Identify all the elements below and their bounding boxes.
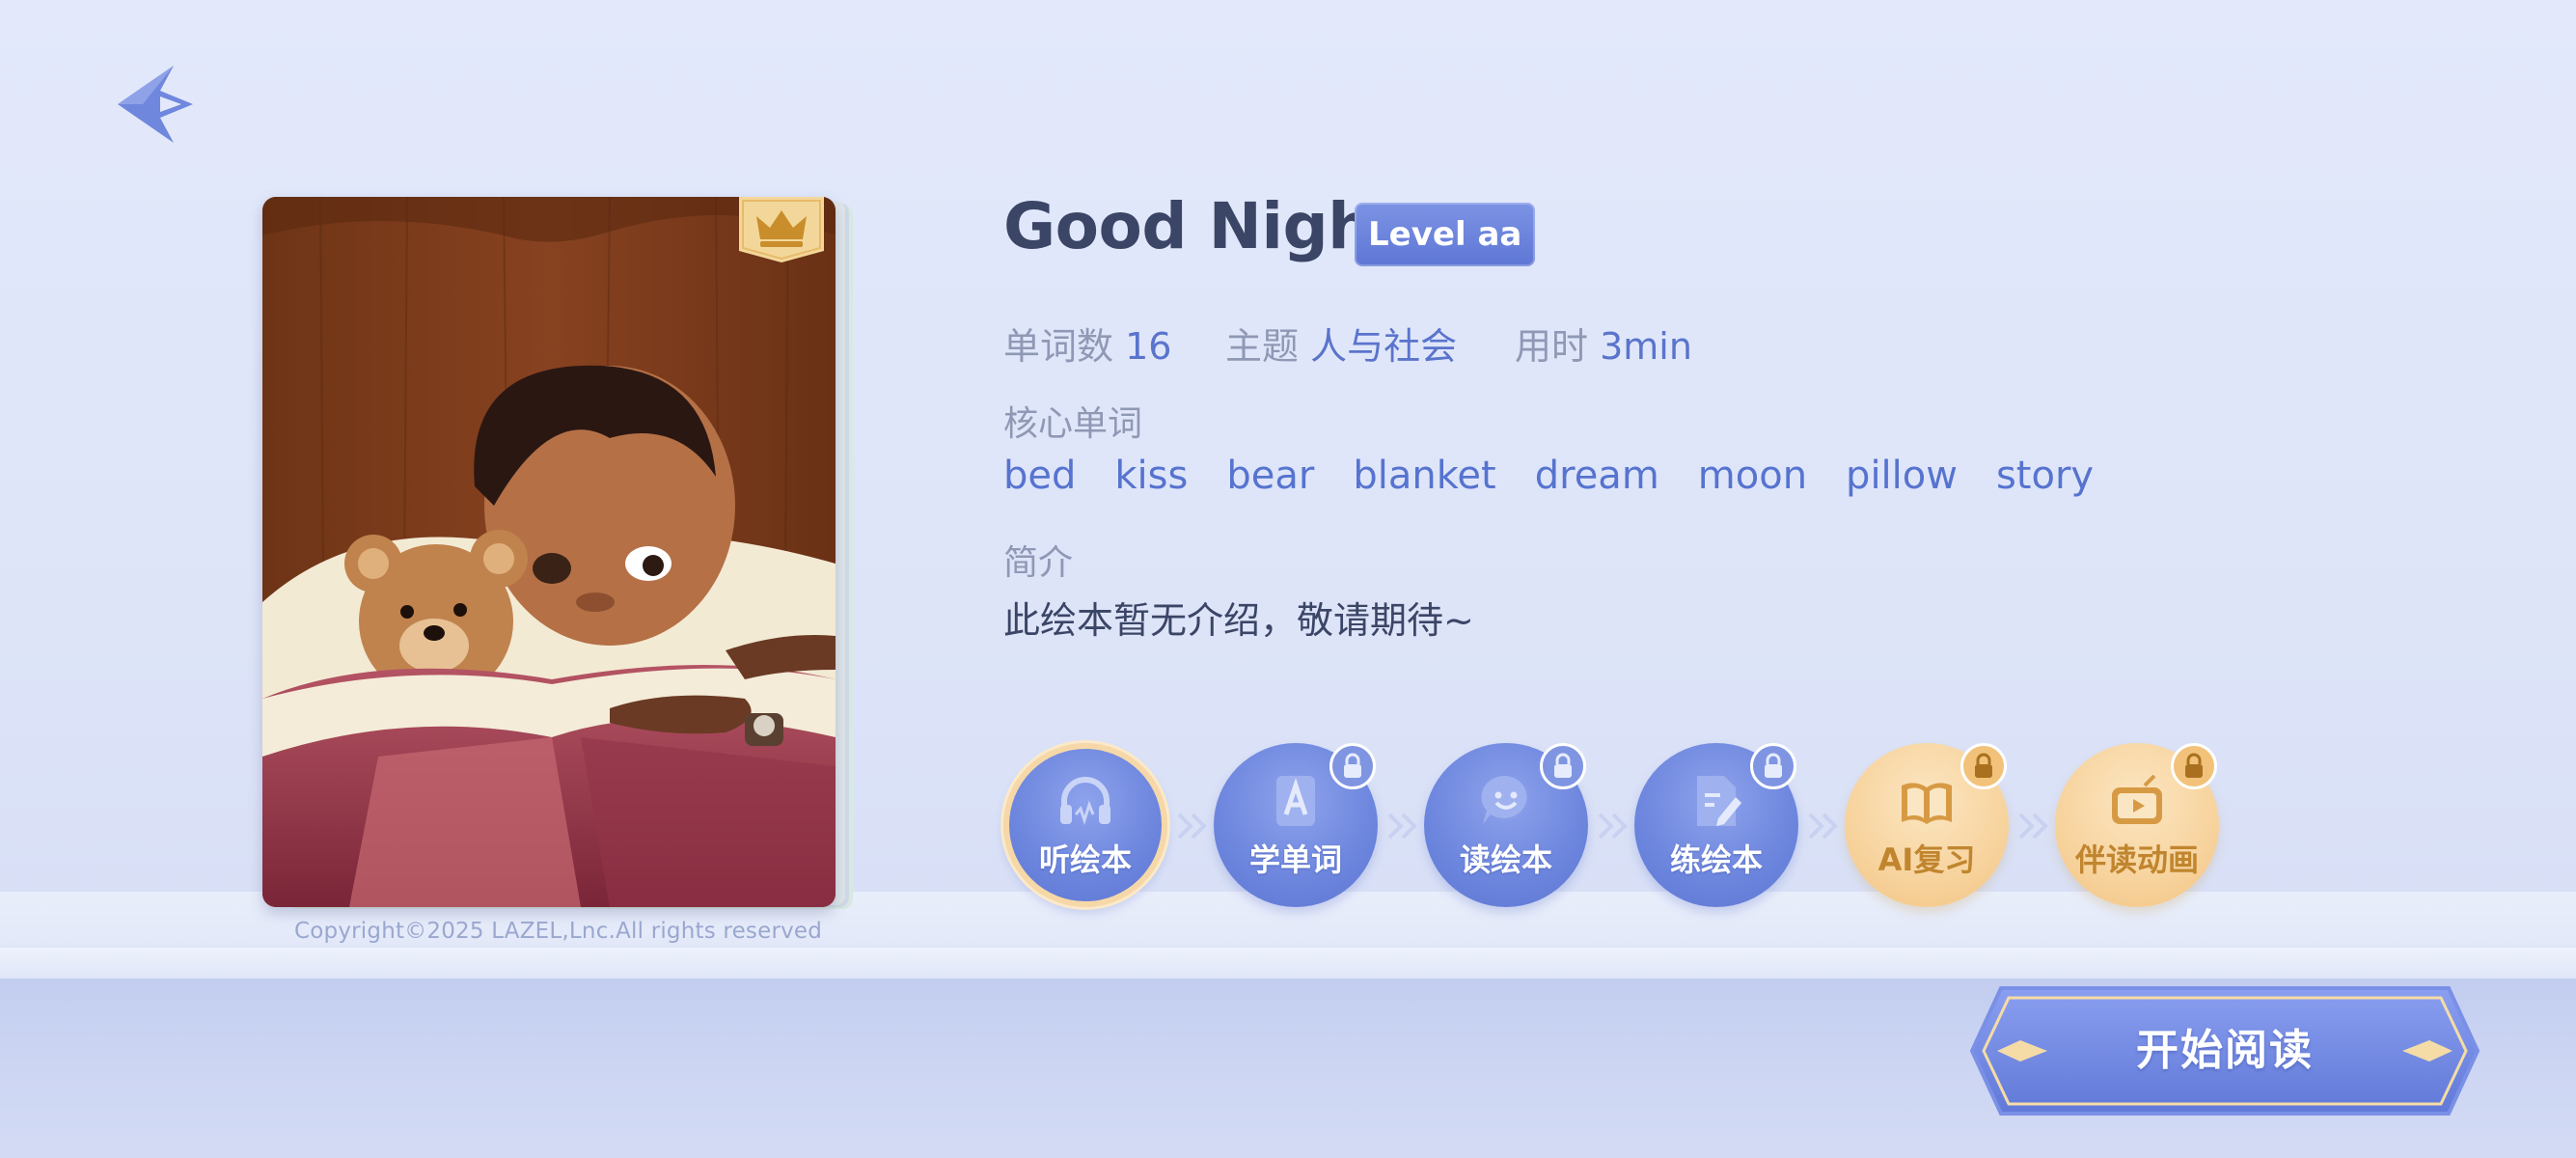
step-label: 听绘本 bbox=[1038, 841, 1132, 878]
vip-crown-icon bbox=[739, 197, 824, 262]
step-label: 学单词 bbox=[1248, 841, 1342, 878]
book-title: Good Night bbox=[1003, 189, 1403, 263]
step-label: 练绘本 bbox=[1669, 841, 1763, 878]
step-learn-words[interactable]: 学单词 bbox=[1214, 743, 1378, 907]
step-companion-animation[interactable]: 伴读动画 bbox=[2055, 743, 2219, 907]
lock-icon bbox=[1540, 743, 1586, 789]
copyright-text: Copyright©2025 LAZEL,Lnc.All rights rese… bbox=[294, 919, 823, 944]
speech-bubble-icon bbox=[1481, 775, 1527, 824]
duration-label: 用时 bbox=[1515, 325, 1589, 368]
keyword-dream[interactable]: dream bbox=[1535, 454, 1659, 498]
lock-icon bbox=[2171, 743, 2217, 789]
word-count-label: 单词数 bbox=[1003, 325, 1114, 368]
duration: 用时 3min bbox=[1515, 317, 1692, 370]
step-ai-review[interactable]: AI复习 bbox=[1845, 743, 2009, 907]
theme-value: 人与社会 bbox=[1310, 325, 1458, 368]
chevron-right-icon bbox=[1808, 813, 1838, 840]
book-cover-illustration bbox=[262, 197, 836, 907]
keyword-blanket[interactable]: blanket bbox=[1353, 454, 1495, 498]
lock-icon bbox=[1960, 743, 2007, 789]
core-words-list: bed kiss bear blanket dream moon pillow … bbox=[1003, 454, 2132, 498]
level-badge: Level aa bbox=[1355, 203, 1536, 266]
back-button[interactable] bbox=[114, 62, 199, 149]
start-reading-label: 开始阅读 bbox=[2136, 1026, 2314, 1075]
step-label: 伴读动画 bbox=[2074, 841, 2199, 878]
book-cover-container[interactable] bbox=[262, 197, 853, 909]
tv-icon bbox=[2112, 774, 2162, 824]
chevron-right-icon bbox=[2018, 813, 2048, 840]
keyword-story[interactable]: story bbox=[1996, 454, 2094, 498]
keyword-kiss[interactable]: kiss bbox=[1114, 454, 1188, 498]
keyword-bear[interactable]: bear bbox=[1226, 454, 1314, 498]
chevron-right-icon bbox=[1177, 813, 1207, 840]
word-count-value: 16 bbox=[1125, 325, 1172, 368]
keyword-bed[interactable]: bed bbox=[1003, 454, 1076, 498]
keyword-pillow[interactable]: pillow bbox=[1846, 454, 1958, 498]
theme: 主题 人与社会 bbox=[1225, 317, 1457, 370]
duration-value: 3min bbox=[1600, 325, 1692, 368]
open-book-icon bbox=[1902, 783, 1952, 824]
shelf-edge bbox=[0, 948, 2576, 979]
intro-text: 此绘本暂无介绍，敬请期待~ bbox=[1003, 599, 1474, 642]
lock-icon bbox=[1750, 743, 1796, 789]
step-listen[interactable]: 听绘本 bbox=[1003, 743, 1167, 907]
headphones-icon bbox=[1060, 777, 1110, 825]
chevron-right-icon bbox=[1598, 813, 1628, 840]
keyword-moon[interactable]: moon bbox=[1698, 454, 1807, 498]
back-arrow-icon bbox=[118, 66, 193, 143]
step-label: 读绘本 bbox=[1459, 841, 1552, 878]
word-count: 单词数 16 bbox=[1003, 317, 1171, 370]
notepad-icon bbox=[1697, 776, 1741, 826]
theme-label: 主题 bbox=[1225, 325, 1300, 368]
step-read-book[interactable]: 读绘本 bbox=[1424, 743, 1588, 907]
start-reading-button[interactable]: 开始阅读 bbox=[1968, 984, 2481, 1117]
step-label: AI复习 bbox=[1877, 841, 1976, 878]
step-practice-book[interactable]: 练绘本 bbox=[1634, 743, 1798, 907]
core-words-label: 核心单词 bbox=[1003, 404, 1143, 444]
chevron-right-icon bbox=[1387, 813, 1417, 840]
intro-label: 简介 bbox=[1003, 543, 1074, 583]
word-card-icon bbox=[1276, 776, 1315, 826]
lock-icon bbox=[1329, 743, 1376, 789]
